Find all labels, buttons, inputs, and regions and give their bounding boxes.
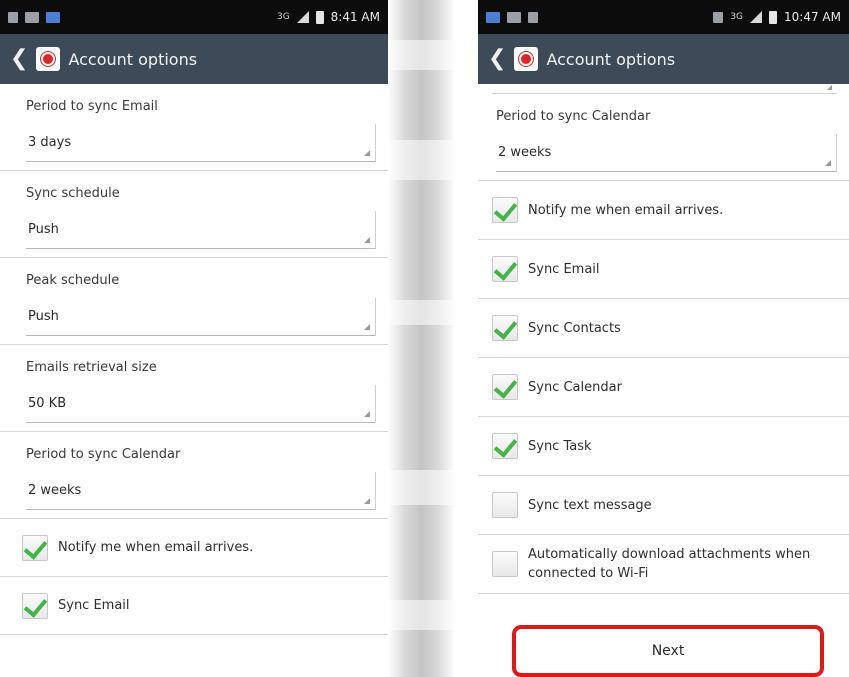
dropdown-corner-icon [364, 324, 370, 330]
left-phone-screen: 3G 8:41 AM ❮ Account options Period to s… [0, 0, 388, 677]
setting-period-sync-calendar: Period to sync Calendar 2 weeks [0, 432, 388, 519]
settings-list: Period to sync Email 3 days Sync schedul… [0, 84, 388, 635]
sync-task-checkbox[interactable] [492, 433, 518, 459]
status-time: 10:47 AM [784, 10, 841, 24]
checkbox-label: Sync Email [58, 598, 130, 613]
email-app-icon [514, 47, 539, 71]
checkbox-label: Notify me when email arrives. [528, 202, 724, 218]
dropdown-corner-icon [364, 498, 370, 504]
setting-label: Period to sync Email [26, 98, 158, 114]
image-notification-icon [25, 11, 39, 23]
dropdown-value: 3 days [28, 135, 72, 150]
setting-period-sync-calendar: Period to sync Calendar 2 weeks [478, 94, 849, 181]
app-notification-icon [486, 11, 500, 23]
setting-period-sync-email: Period to sync Email 3 days [0, 84, 388, 171]
checkbox-label: Sync Contacts [528, 320, 621, 336]
action-bar: ❮ Account options [0, 34, 388, 84]
settings-list: Period to sync Calendar 2 weeks Notify m… [478, 84, 849, 594]
peak-schedule-dropdown[interactable]: Push [26, 298, 376, 336]
dropdown-corner-icon [825, 160, 831, 166]
setting-label: Emails retrieval size [26, 359, 157, 375]
period-sync-calendar-dropdown[interactable]: 2 weeks [26, 472, 376, 510]
retrieval-size-dropdown[interactable]: 50 KB [26, 385, 376, 423]
dropdown-corner-icon [364, 150, 370, 156]
next-highlight-box: Next [512, 625, 824, 677]
network-type: 3G [276, 12, 290, 22]
checkbox-label: Sync Calendar [528, 379, 622, 395]
checkbox-row-sync-email[interactable]: Sync Email [478, 240, 849, 299]
setting-label: Period to sync Calendar [26, 446, 181, 462]
action-bar: ❮ Account options [478, 34, 849, 84]
page-title: Account options [546, 49, 676, 69]
battery-icon [315, 10, 324, 24]
checkbox-row-sync-task[interactable]: Sync Task [478, 417, 849, 476]
screenshot-divider [388, 0, 455, 677]
back-arrow-icon[interactable]: ❮ [488, 48, 506, 70]
checkbox-label: Notify me when email arrives. [58, 540, 254, 555]
dropdown-value: Push [28, 309, 59, 324]
sync-text-message-checkbox[interactable] [492, 492, 518, 518]
status-bar: 3G 8:41 AM [0, 0, 388, 34]
dropdown-value: Push [28, 222, 59, 237]
stage: 3G 8:41 AM ❮ Account options Period to s… [0, 0, 849, 677]
checkbox-label: Sync Task [528, 438, 592, 454]
network-type: 3G [730, 12, 744, 22]
right-phone-screen: 3G 10:47 AM ❮ Account options Period to … [478, 0, 849, 677]
auto-download-checkbox[interactable] [492, 551, 518, 577]
signal-icon [296, 11, 309, 23]
dropdown-corner-icon [364, 411, 370, 417]
sync-calendar-checkbox[interactable] [492, 374, 518, 400]
sync-email-checkbox[interactable] [492, 256, 518, 282]
checkbox-label: Sync text message [528, 497, 652, 513]
email-notification-icon [507, 11, 521, 23]
notify-checkbox[interactable] [22, 534, 48, 561]
checkbox-row-sync-contacts[interactable]: Sync Contacts [478, 299, 849, 358]
setting-sync-schedule: Sync schedule Push [0, 171, 388, 258]
period-sync-calendar-dropdown[interactable]: 2 weeks [496, 134, 837, 172]
settings-notification-icon [528, 11, 538, 23]
checkbox-row-sync-calendar[interactable]: Sync Calendar [478, 358, 849, 417]
dropdown-value: 2 weeks [498, 145, 552, 160]
checkbox-row-sync-text-message[interactable]: Sync text message [478, 476, 849, 535]
dropdown-value: 2 weeks [28, 483, 82, 498]
checkbox-label: Automatically download attachments when … [528, 547, 811, 581]
checkbox-row-auto-download[interactable]: Automatically download attachments when … [478, 535, 849, 594]
back-arrow-icon[interactable]: ❮ [10, 48, 28, 70]
setting-peak-schedule: Peak schedule Push [0, 258, 388, 345]
period-sync-email-dropdown[interactable]: 3 days [26, 124, 376, 162]
setting-label: Peak schedule [26, 272, 120, 288]
sync-email-checkbox[interactable] [22, 592, 48, 619]
setting-retrieval-size: Emails retrieval size 50 KB [0, 345, 388, 432]
page-title: Account options [68, 49, 198, 69]
signal-icon [750, 11, 763, 23]
sync-contacts-checkbox[interactable] [492, 315, 518, 341]
battery-icon [769, 10, 778, 24]
next-button[interactable]: Next [516, 629, 820, 673]
status-bar: 3G 10:47 AM [478, 0, 849, 34]
checkbox-row-notify[interactable]: Notify me when email arrives. [478, 181, 849, 240]
checkbox-row-sync-email[interactable]: Sync Email [0, 577, 388, 635]
checkbox-label: Sync Email [528, 261, 600, 277]
dropdown-value: 50 KB [28, 396, 67, 411]
dropdown-corner-icon [364, 237, 370, 243]
dropdown-corner-icon [827, 85, 832, 90]
app-notification-icon [46, 11, 60, 23]
setting-label: Sync schedule [26, 185, 120, 201]
previous-dropdown-edge [492, 84, 837, 94]
sync-schedule-dropdown[interactable]: Push [26, 211, 376, 249]
notification-icon [8, 11, 18, 23]
alarm-icon [713, 11, 724, 23]
status-time: 8:41 AM [330, 10, 380, 24]
email-app-icon [36, 47, 61, 71]
notify-checkbox[interactable] [492, 197, 518, 223]
setting-label: Period to sync Calendar [496, 108, 651, 124]
checkbox-row-notify[interactable]: Notify me when email arrives. [0, 519, 388, 577]
